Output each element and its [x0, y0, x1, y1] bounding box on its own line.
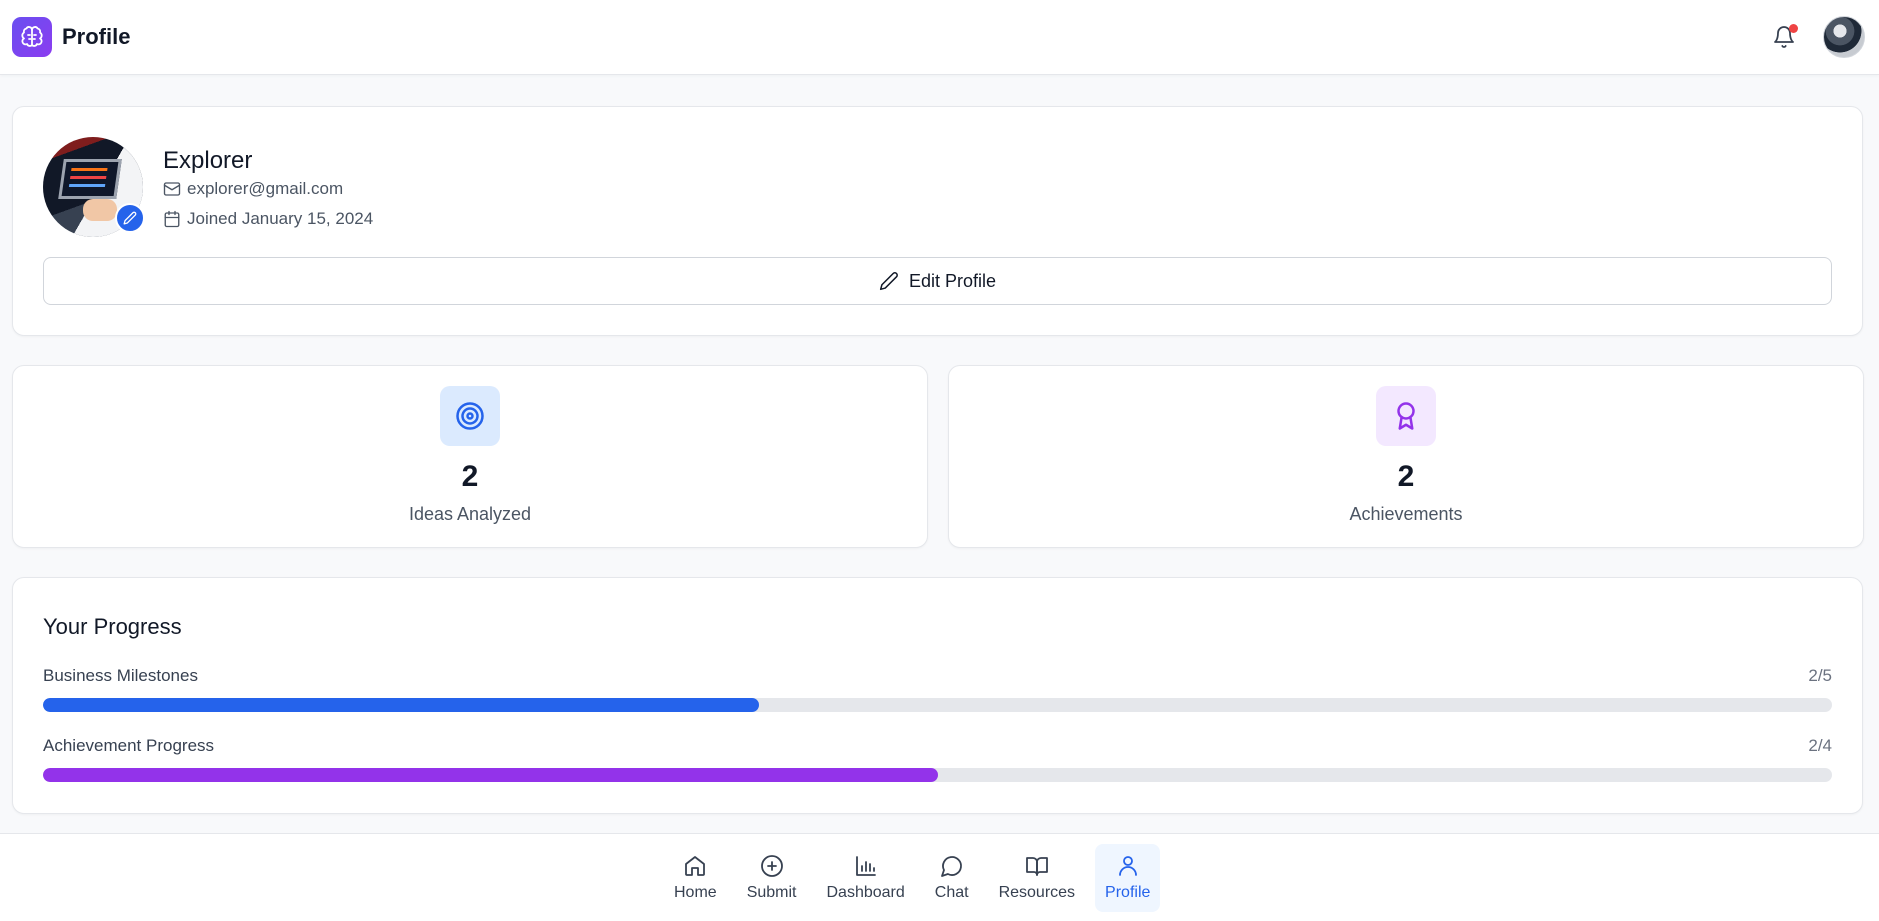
bottom-nav: Home Submit Dashboard Chat Resources Pro…: [0, 833, 1879, 921]
progress-title: Your Progress: [43, 614, 182, 639]
calendar-icon: [164, 210, 180, 228]
nav-label: Submit: [746, 884, 797, 901]
user-icon: [1118, 856, 1137, 876]
nav-item-home[interactable]: Home: [664, 844, 727, 912]
bar-chart-icon: [855, 856, 876, 876]
nav-label: Chat: [934, 884, 969, 901]
notification-dot: [1789, 24, 1798, 33]
nav-label: Resources: [998, 884, 1076, 901]
edit-avatar-button[interactable]: [115, 203, 145, 233]
pencil-icon: [123, 211, 137, 225]
email-row: explorer@gmail.com: [163, 179, 343, 199]
nav-item-submit[interactable]: Submit: [737, 844, 807, 912]
nav-label: Profile: [1105, 884, 1151, 901]
joined-date: Joined January 15, 2024: [187, 209, 374, 228]
achievement-progress: Achievement Progress 2/4: [43, 736, 1832, 782]
nav-item-dashboard[interactable]: Dashboard: [816, 844, 914, 912]
ideas-analyzed-card: 2 Ideas Analyzed: [12, 365, 928, 548]
progress-card: Your Progress Business Milestones 2/5 Ac…: [12, 577, 1863, 814]
achievements-label: Achievements: [1349, 504, 1463, 524]
award-icon: [1376, 386, 1436, 446]
book-open-icon: [1025, 857, 1048, 876]
ideas-analyzed-label: Ideas Analyzed: [408, 504, 532, 524]
progress-fill: [43, 768, 938, 782]
progress-fill: [43, 698, 759, 712]
nav-item-profile[interactable]: Profile: [1095, 844, 1161, 912]
achievements-value: 2: [1397, 460, 1415, 493]
progress-track: [43, 768, 1832, 782]
notifications-button[interactable]: [1769, 22, 1799, 52]
chat-bubble-icon: [940, 856, 962, 877]
mail-icon: [163, 182, 181, 196]
nav-label: Home: [674, 884, 717, 901]
progress-count: 2/5: [1808, 666, 1832, 685]
nav-item-resources[interactable]: Resources: [989, 844, 1085, 912]
profile-card: Explorer explorer@gmail.com Joined Janua…: [12, 106, 1863, 336]
nav-label: Dashboard: [826, 884, 905, 901]
progress-label: Achievement Progress: [43, 736, 215, 755]
nav-item-chat[interactable]: Chat: [925, 844, 979, 912]
target-icon: [440, 386, 500, 446]
pencil-icon: [879, 272, 898, 291]
brain-logo-icon[interactable]: [12, 17, 52, 57]
ideas-analyzed-value: 2: [461, 460, 479, 493]
user-email: explorer@gmail.com: [187, 179, 344, 198]
header-actions: [1769, 16, 1867, 58]
business-milestones-progress: Business Milestones 2/5: [43, 666, 1832, 712]
achievements-card: 2 Achievements: [948, 365, 1864, 548]
page-title: Profile: [62, 24, 131, 49]
plus-circle-icon: [760, 855, 783, 877]
top-header: Profile: [0, 0, 1879, 75]
edit-profile-button[interactable]: Edit Profile: [43, 257, 1832, 305]
user-avatar-button[interactable]: [1823, 16, 1865, 58]
edit-profile-label: Edit Profile: [908, 270, 997, 291]
brand: Profile: [12, 17, 130, 57]
home-icon: [685, 856, 706, 876]
joined-row: Joined January 15, 2024: [163, 209, 373, 229]
progress-label: Business Milestones: [43, 666, 198, 685]
progress-track: [43, 698, 1832, 712]
user-name: Explorer: [163, 147, 253, 174]
progress-count: 2/4: [1808, 736, 1832, 755]
